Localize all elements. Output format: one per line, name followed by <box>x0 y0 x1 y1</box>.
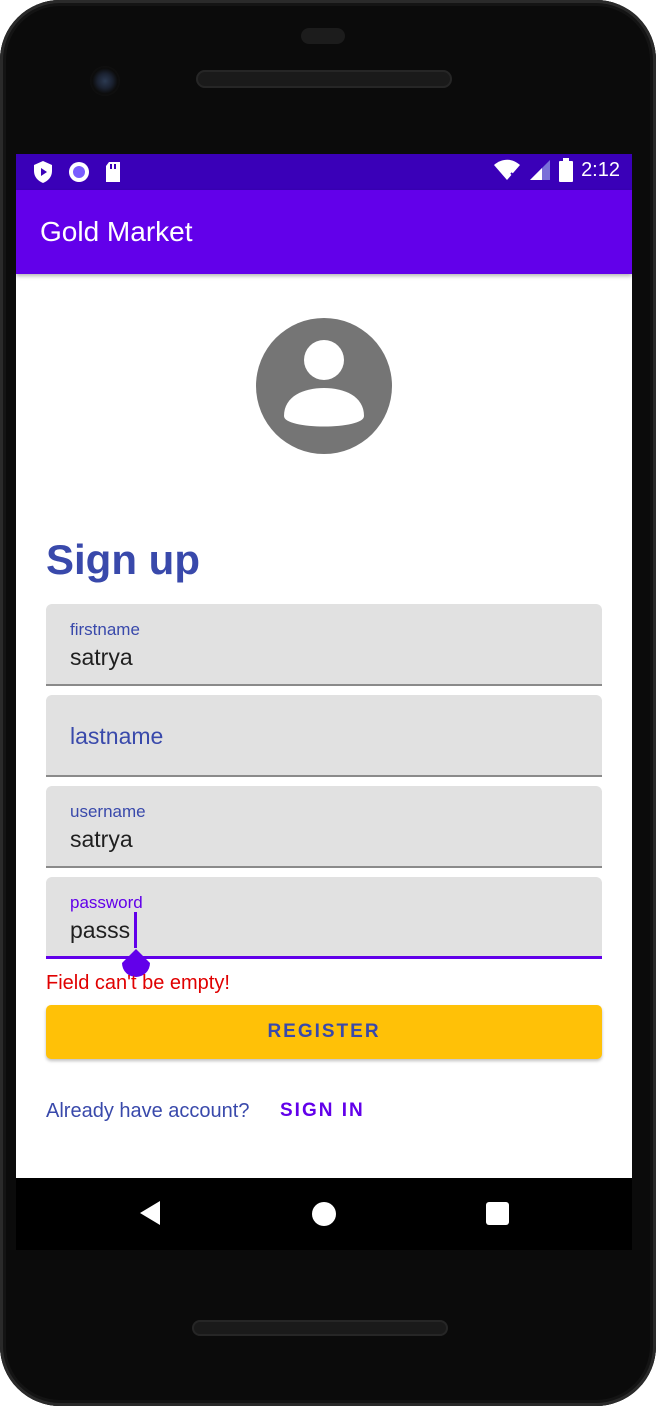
username-value: satrya <box>70 826 133 852</box>
password-label: password <box>70 893 143 912</box>
top-speaker <box>196 70 452 88</box>
shield-play-icon <box>34 161 52 183</box>
username-field[interactable]: username satrya <box>46 786 602 868</box>
battery-icon <box>559 158 574 182</box>
already-have-account-text: Already have account? <box>46 1100 250 1122</box>
navigation-bar <box>16 1178 632 1250</box>
username-label: username <box>70 802 146 821</box>
bottom-speaker <box>192 1320 448 1336</box>
app-bar: Gold Market <box>16 190 632 274</box>
lastname-label: lastname <box>70 723 164 749</box>
register-button[interactable]: REGISTER <box>46 1005 602 1059</box>
account-circle-icon <box>256 318 392 454</box>
firstname-field[interactable]: firstname satrya <box>46 604 602 686</box>
app-title: Gold Market <box>40 216 193 247</box>
error-message: Field can't be empty! <box>46 972 230 994</box>
text-cursor <box>134 912 137 948</box>
firstname-label: firstname <box>70 620 140 639</box>
recents-icon[interactable] <box>486 1202 509 1225</box>
sd-card-icon <box>106 162 120 182</box>
lastname-field[interactable]: lastname <box>46 695 602 777</box>
sign-in-link[interactable]: SIGN IN <box>280 1100 365 1122</box>
wifi-icon <box>494 159 521 180</box>
earpiece <box>301 28 345 44</box>
home-icon[interactable] <box>312 1202 336 1226</box>
phone-frame: 2:12 Gold Market Sign up firstname satry… <box>0 0 656 1406</box>
page-title: Sign up <box>46 536 200 583</box>
record-icon <box>69 162 89 182</box>
password-value: passs <box>70 917 131 943</box>
firstname-value: satrya <box>70 644 133 670</box>
screen: 2:12 Gold Market Sign up firstname satry… <box>16 154 632 1178</box>
password-field[interactable]: password passs <box>46 877 602 959</box>
front-camera <box>90 66 120 96</box>
status-bar: 2:12 <box>16 154 632 190</box>
signal-icon <box>530 160 551 180</box>
status-time: 2:12 <box>581 158 620 181</box>
back-icon[interactable] <box>138 1200 162 1226</box>
